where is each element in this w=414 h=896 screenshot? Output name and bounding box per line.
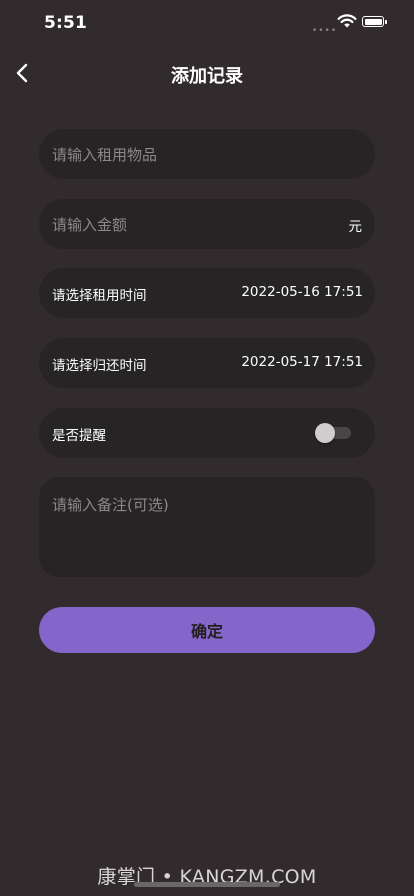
rent-time-label: 请选择租用时间 (52, 288, 147, 304)
amount-unit: 元 (348, 219, 363, 235)
wifi-icon (337, 14, 357, 28)
notes-placeholder: 请输入备注(可选) (52, 496, 169, 514)
cellular-signal-icon: •••• (312, 26, 338, 36)
rent-time-picker[interactable]: 请选择租用时间 2022-05-16 17:51 (39, 268, 375, 318)
return-time-picker[interactable]: 请选择归还时间 2022-05-17 17:51 (39, 338, 375, 388)
remind-row: 是否提醒 (39, 408, 375, 458)
page-title: 添加记录 (171, 66, 243, 87)
status-time: 5:51 (44, 13, 88, 33)
item-input-placeholder: 请输入租用物品 (52, 146, 158, 164)
rent-time-value: 2022-05-16 17:51 (241, 284, 363, 300)
notes-textarea[interactable]: 请输入备注(可选) (39, 477, 375, 577)
confirm-button[interactable]: 确定 (39, 607, 375, 653)
home-indicator (134, 882, 280, 887)
item-input[interactable]: 请输入租用物品 (39, 129, 375, 179)
status-bar: 5:51 •••• (0, 0, 414, 44)
amount-input-placeholder: 请输入金额 (52, 216, 128, 234)
nav-bar: 添加记录 (0, 50, 414, 96)
return-time-label: 请选择归还时间 (52, 358, 147, 374)
return-time-value: 2022-05-17 17:51 (241, 354, 363, 370)
remind-toggle[interactable] (315, 423, 351, 443)
toggle-knob (315, 423, 335, 443)
battery-tip (385, 19, 387, 24)
amount-input[interactable]: 请输入金额 元 (39, 199, 375, 249)
battery-icon (362, 16, 384, 27)
remind-label: 是否提醒 (52, 428, 106, 444)
